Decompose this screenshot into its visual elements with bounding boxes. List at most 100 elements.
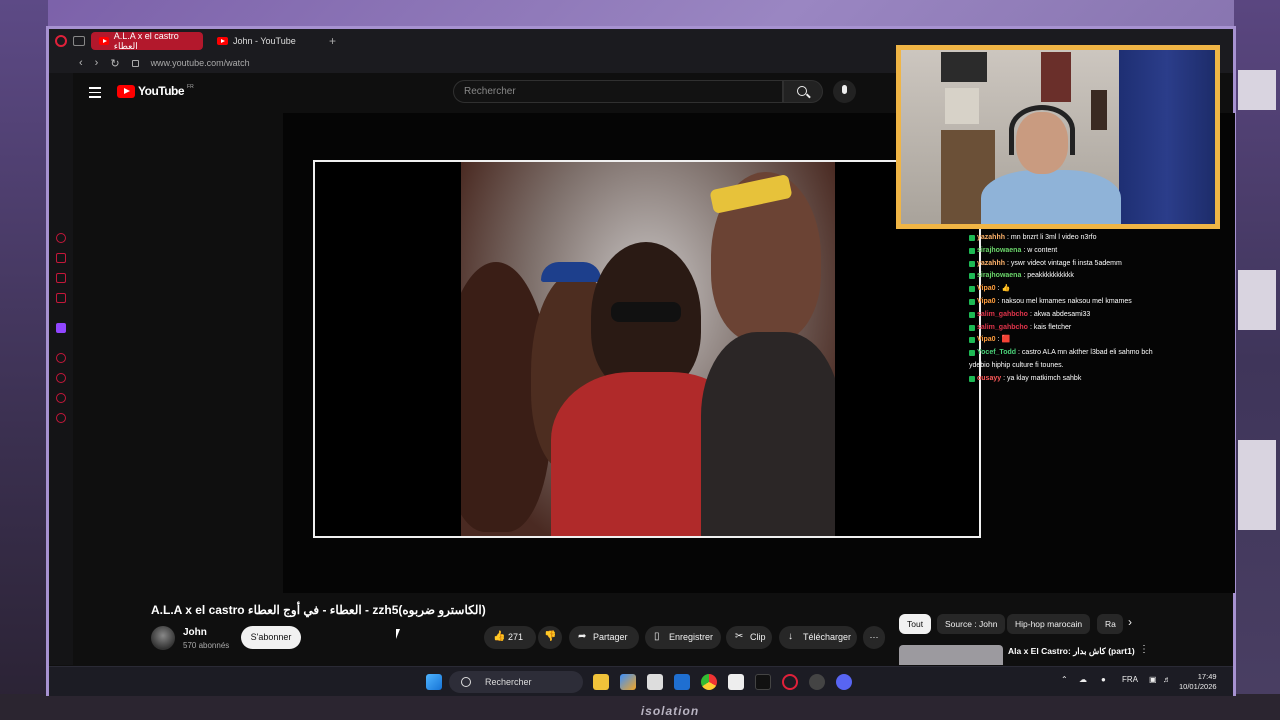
like-button[interactable]: 👍 271 xyxy=(484,626,536,649)
taskbar-search[interactable]: Rechercher xyxy=(449,671,583,693)
chat-badge-icon xyxy=(969,235,975,241)
next-video-thumbnail[interactable] xyxy=(899,645,1003,665)
chat-username: yazahhh xyxy=(977,259,1006,267)
clock-time: 17:49 xyxy=(1197,672,1217,681)
chat-message: Vipa0: naksou mel kmames naksou mel kmam… xyxy=(969,296,1209,309)
chat-text: : mn bnzrt li 3ml l video n3rfo xyxy=(1007,234,1097,241)
search-input[interactable]: Rechercher xyxy=(453,80,783,103)
video-frame-image xyxy=(461,162,835,536)
menu-icon[interactable] xyxy=(89,87,101,98)
download-icon: ↓ xyxy=(788,631,793,642)
streamer-body xyxy=(981,170,1121,224)
tab-active[interactable]: A.L.A x el castro العطاء xyxy=(91,31,203,51)
windows-taskbar: Rechercher ⌃ ☁ ● FRA ▣ ♬ 17:49 10/01/202… xyxy=(49,666,1233,696)
language-indicator[interactable]: FRA xyxy=(1122,675,1138,684)
chat-badge-icon xyxy=(969,286,975,293)
sidebar-aria-icon[interactable] xyxy=(56,233,66,243)
tray-onedrive-icon[interactable]: ☁ xyxy=(1079,675,1087,684)
tray-mic-icon[interactable]: ● xyxy=(1101,675,1106,684)
chat-text: : naksou mel kmames naksou mel kmames xyxy=(997,297,1132,305)
file-explorer-icon[interactable] xyxy=(593,674,609,690)
opera-gx-icon[interactable] xyxy=(782,674,798,690)
start-icon[interactable] xyxy=(426,674,442,690)
chat-badge-icon xyxy=(969,375,975,382)
opera-logo-icon[interactable] xyxy=(55,35,67,47)
sidebar-chat-icon[interactable] xyxy=(56,393,66,403)
chat-message: salim_gahbcho: akwa abdesami33 xyxy=(969,309,1209,322)
download-button[interactable]: ↓ Télécharger xyxy=(779,626,857,649)
sidebar-instagram-icon[interactable] xyxy=(56,273,66,283)
chat-username: salim_gahbcho xyxy=(977,310,1028,318)
tray-volume-icon[interactable]: ♬ xyxy=(1163,675,1171,684)
chat-badge-icon xyxy=(969,311,975,318)
sidebar-music-icon[interactable] xyxy=(56,293,66,303)
tab-label: John - YouTube xyxy=(233,36,296,46)
taskbar-clock[interactable]: 17:49 10/01/2026 xyxy=(1179,672,1217,692)
tiktok-icon[interactable] xyxy=(755,674,771,690)
bookmark-icon: ▯ xyxy=(654,631,660,642)
chat-message: yazahhh: yswr videot vintage fi insta 5a… xyxy=(969,258,1209,271)
voice-search-icon[interactable] xyxy=(833,80,856,103)
webcam-poster xyxy=(1041,52,1071,102)
discord-icon[interactable] xyxy=(836,674,852,690)
share-icon: ➦ xyxy=(578,631,587,642)
chat-username: sirajhowaena xyxy=(977,246,1022,254)
share-button[interactable]: ➦ Partager xyxy=(569,626,639,649)
sidebar-messenger-icon[interactable] xyxy=(56,253,66,263)
reload-icon[interactable]: ↻ xyxy=(110,57,119,70)
chip-ra[interactable]: Ra xyxy=(1097,614,1123,634)
url-text[interactable]: www.youtube.com/watch xyxy=(151,58,250,68)
background-poster xyxy=(1238,270,1276,330)
share-label: Partager xyxy=(593,632,628,642)
sidebar-twitch-icon[interactable] xyxy=(56,323,66,333)
tray-network-icon[interactable]: ▣ xyxy=(1149,675,1157,684)
next-video-title[interactable]: Ala x El Castro: كاش بدار (part1) xyxy=(1008,646,1135,657)
chat-text: : akwa abdesami33 xyxy=(1029,310,1091,318)
chat-message: Vipa0: 🟥 xyxy=(969,334,1209,347)
webcam-curtain xyxy=(1119,50,1215,224)
notion-icon[interactable] xyxy=(728,674,744,690)
thumbs-up-icon: 👍 xyxy=(493,631,506,642)
tray-chevron-icon[interactable]: ⌃ xyxy=(1061,675,1068,684)
chat-username: yazahhh xyxy=(977,234,1006,241)
forward-icon[interactable]: › xyxy=(95,57,99,69)
youtube-logo[interactable]: YouTube FR xyxy=(117,84,194,98)
chrome-icon[interactable] xyxy=(701,674,717,690)
channel-avatar[interactable] xyxy=(151,626,175,650)
sidebar-history-icon[interactable] xyxy=(56,373,66,383)
chat-badge-icon xyxy=(969,350,975,357)
tab-menu-icon[interactable] xyxy=(73,36,85,46)
steam-icon[interactable] xyxy=(809,674,825,690)
clip-button[interactable]: ✂ Clip xyxy=(726,626,772,649)
search-icon xyxy=(797,86,807,96)
background-poster xyxy=(1238,70,1276,110)
outlook-icon[interactable] xyxy=(674,674,690,690)
chevron-right-icon[interactable]: › xyxy=(1128,615,1132,629)
back-icon[interactable]: ‹ xyxy=(79,57,83,69)
chip-source[interactable]: Source : John xyxy=(937,614,1006,634)
chat-message: Yocef_Todd: castro ALA mn akther l3bad e… xyxy=(969,347,1209,360)
store-icon[interactable] xyxy=(647,674,663,690)
live-chat-overlay: yazahhh: mn bnzrt li 3ml l video n3rfo si… xyxy=(969,232,1209,382)
next-video-menu-icon[interactable]: ⋮ xyxy=(1139,644,1149,655)
headset-icon xyxy=(1009,105,1075,155)
dislike-button[interactable]: 👎 xyxy=(538,626,562,649)
chip-hiphop[interactable]: Hip-hop marocain xyxy=(1007,614,1091,634)
tab-inactive[interactable]: John - YouTube xyxy=(209,32,319,50)
clock-date: 10/01/2026 xyxy=(1179,682,1217,691)
channel-name[interactable]: John xyxy=(183,627,207,638)
youtube-favicon-icon xyxy=(217,37,228,45)
mouse-cursor-icon xyxy=(396,629,400,639)
more-actions-button[interactable]: ⋯ xyxy=(863,626,885,649)
browser-window: A.L.A x el castro العطاء John - YouTube … xyxy=(46,26,1236,696)
new-tab-button[interactable]: + xyxy=(329,34,336,48)
search-button[interactable] xyxy=(783,80,823,103)
sidebar-player-icon[interactable] xyxy=(56,353,66,363)
video-player[interactable] xyxy=(313,160,981,538)
chip-all[interactable]: Tout xyxy=(899,614,932,634)
copilot-icon[interactable] xyxy=(620,674,636,690)
subscribe-button[interactable]: S'abonner xyxy=(241,626,301,649)
chat-text: ydebio hiphip culture fi tounes. xyxy=(969,361,1064,369)
save-button[interactable]: ▯ Enregistrer xyxy=(645,626,721,649)
sidebar-settings-icon[interactable] xyxy=(56,413,66,423)
